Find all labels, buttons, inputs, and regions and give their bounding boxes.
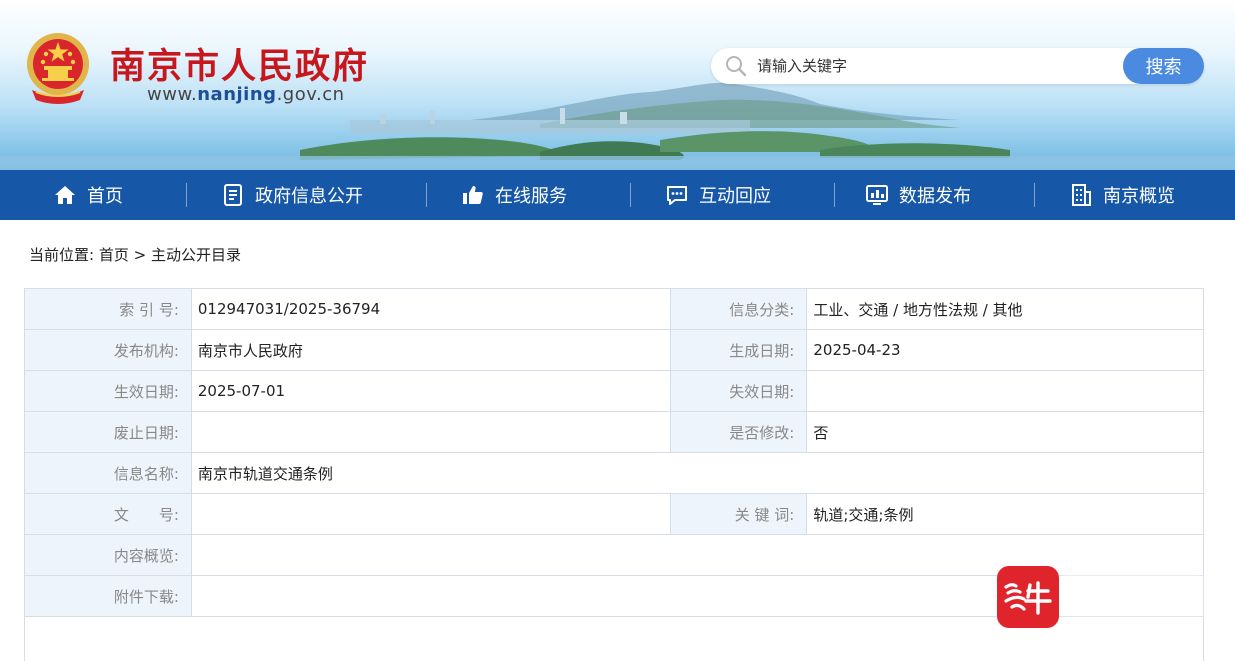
nav-item-label: 首页 (87, 186, 123, 207)
publisher-label: 发布机构: (24, 329, 192, 371)
nav-item-label: 南京概览 (1103, 186, 1175, 207)
expiry-date-value (806, 370, 1204, 412)
nav-divider (186, 183, 187, 207)
info-name-value: 南京市轨道交通条例 (190, 452, 1205, 494)
nav-item-home[interactable]: 首页 (53, 170, 123, 220)
bar-chart-icon (866, 185, 888, 205)
abolish-date-label: 废止日期: (24, 411, 192, 453)
nav-item-label: 政府信息公开 (255, 186, 363, 207)
breadcrumb-current-link[interactable]: 主动公开目录 (151, 246, 241, 264)
breadcrumb: 当前位置: 首页 > 主动公开目录 (29, 244, 241, 265)
table-row: 发布机构: 南京市人民政府 生成日期: 2025-04-23 (24, 329, 1204, 371)
expiry-date-label: 失效日期: (670, 370, 808, 412)
table-row: 废止日期: 是否修改: 否 (24, 411, 1204, 453)
site-url-domain: nanjing (197, 84, 277, 105)
modified-value: 否 (806, 411, 1204, 453)
site-url: www.nanjing.gov.cn (147, 84, 345, 105)
nav-item-data-release[interactable]: 数据发布 (865, 170, 971, 220)
nav-item-nanjing-overview[interactable]: 南京概览 (1069, 170, 1175, 220)
main-nav: 首页 政府信息公开 在线服务 互动回应 数据发布 南京概览 (0, 170, 1235, 220)
index-number-value: 012947031/2025-36794 (190, 288, 672, 330)
doc-number-value (190, 493, 672, 535)
table-row: 文 号: 关 键 词: 轨道;交通;条例 (24, 493, 1204, 535)
keywords-label: 关 键 词: (670, 493, 808, 535)
ziniu-watermark-logo (997, 566, 1059, 628)
nav-divider (426, 183, 427, 207)
chat-icon (667, 186, 687, 205)
header-banner: 南京市人民政府 www.nanjing.gov.cn 搜索 (0, 0, 1235, 170)
breadcrumb-separator: > (128, 246, 151, 264)
category-value: 工业、交通 / 地方性法规 / 其他 (806, 288, 1204, 330)
home-icon (55, 186, 75, 204)
document-icon (224, 184, 242, 206)
search-icon (726, 56, 747, 77)
attachment-label: 附件下载: (24, 575, 192, 617)
summary-label: 内容概览: (24, 534, 192, 576)
nav-item-label: 在线服务 (495, 186, 567, 207)
site-title: 南京市人民政府 (110, 47, 370, 87)
nav-item-gov-info[interactable]: 政府信息公开 (221, 170, 363, 220)
search-box: 搜索 (711, 48, 1204, 84)
breadcrumb-prefix: 当前位置: (29, 246, 95, 264)
abolish-date-value (190, 411, 672, 453)
site-url-suffix: .gov.cn (276, 84, 345, 105)
nav-item-online-service[interactable]: 在线服务 (461, 170, 567, 220)
category-label: 信息分类: (670, 288, 808, 330)
modified-label: 是否修改: (670, 411, 808, 453)
nav-divider (630, 183, 631, 207)
nav-divider (1034, 183, 1035, 207)
effective-date-value: 2025-07-01 (190, 370, 672, 412)
nav-item-interaction[interactable]: 互动回应 (665, 170, 771, 220)
search-input[interactable] (757, 48, 1117, 84)
building-icon (1072, 184, 1091, 206)
nav-item-label: 互动回应 (699, 186, 771, 207)
national-emblem-icon (27, 33, 89, 104)
nav-divider (834, 183, 835, 207)
table-row: 生效日期: 2025-07-01 失效日期: (24, 370, 1204, 412)
effective-date-label: 生效日期: (24, 370, 192, 412)
watermark-blur (1062, 575, 1202, 615)
info-name-label: 信息名称: (24, 452, 192, 494)
keywords-value: 轨道;交通;条例 (806, 493, 1204, 535)
thumbs-up-icon (463, 186, 483, 204)
search-button[interactable]: 搜索 (1123, 48, 1204, 84)
doc-number-label: 文 号: (24, 493, 192, 535)
publisher-value: 南京市人民政府 (190, 329, 672, 371)
generated-date-label: 生成日期: (670, 329, 808, 371)
breadcrumb-home-link[interactable]: 首页 (99, 246, 129, 264)
ziniu-logo-icon (1004, 581, 1052, 615)
index-number-label: 索 引 号: (24, 288, 192, 330)
site-url-prefix: www. (147, 84, 198, 105)
table-row: 信息名称: 南京市轨道交通条例 (24, 452, 1205, 494)
generated-date-value: 2025-04-23 (806, 329, 1204, 371)
nav-item-label: 数据发布 (899, 186, 971, 207)
table-row: 索 引 号: 012947031/2025-36794 信息分类: 工业、交通 … (24, 288, 1204, 330)
